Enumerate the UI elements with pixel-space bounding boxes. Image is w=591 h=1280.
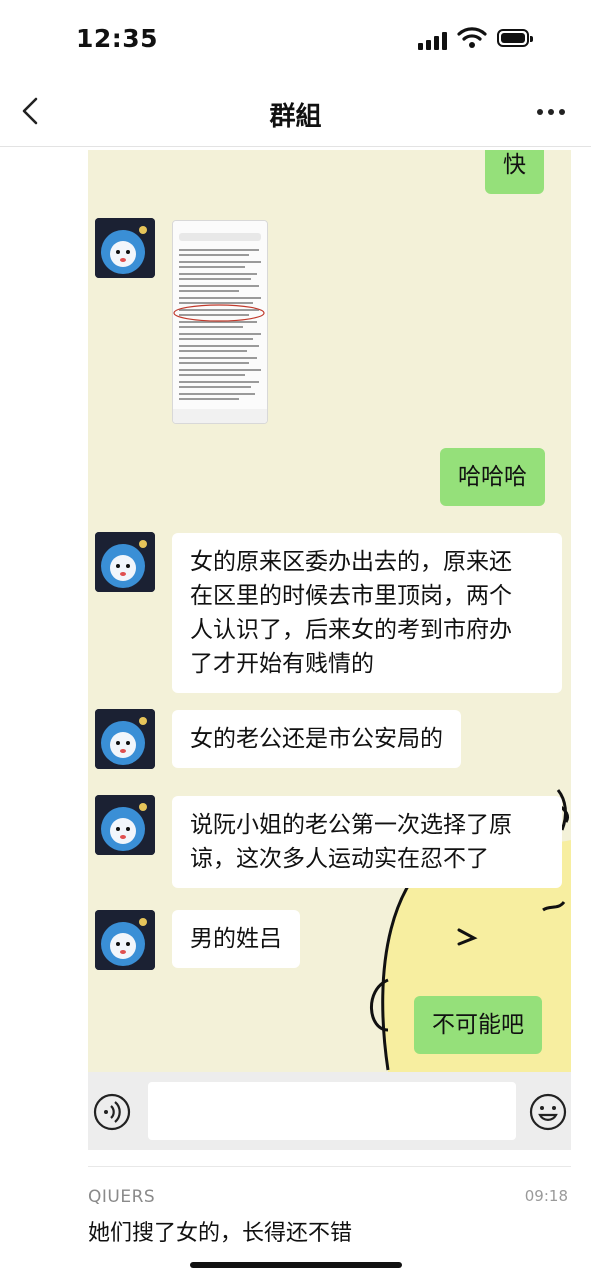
avatar[interactable] <box>95 709 155 769</box>
message-bubble-out[interactable]: 哈哈哈 <box>440 448 545 506</box>
home-indicator <box>190 1262 402 1268</box>
avatar[interactable] <box>95 910 155 970</box>
avatar-icon <box>95 218 155 278</box>
signal-icon <box>418 32 452 50</box>
nav-bar: 群組 <box>0 80 591 147</box>
avatar-icon <box>95 795 155 855</box>
chat-screenshot: 快 哈哈哈 女的原来区委办出去的，原来还 在区里的时候去市里顶岗，两个 人认识了… <box>88 150 571 1150</box>
status-time: 12:35 <box>76 24 159 53</box>
message-input[interactable] <box>148 1082 516 1140</box>
message-line: 说阮小姐的老公第一次选择了原 <box>190 812 512 838</box>
message-bubble-out[interactable]: 快 <box>485 150 544 194</box>
wifi-icon <box>457 27 487 48</box>
battery-icon <box>497 29 533 47</box>
message-bubble-in[interactable]: 女的老公还是市公安局的 <box>172 710 461 768</box>
message-bubble-in[interactable]: 说阮小姐的老公第一次选择了原 谅，这次多人运动实在忍不了 <box>172 796 562 888</box>
avatar-icon <box>95 910 155 970</box>
ellipsis-icon[interactable] <box>534 102 568 122</box>
emoji-icon[interactable] <box>528 1092 568 1132</box>
comment-text: 她们搜了女的，长得还不错 <box>88 1221 353 1246</box>
message-bubble-in[interactable]: 女的原来区委办出去的，原来还 在区里的时候去市里顶岗，两个 人认识了，后来女的考… <box>172 533 562 693</box>
message-line: 在区里的时候去市里顶岗，两个 <box>190 583 512 609</box>
message-bubble-in[interactable]: 男的姓吕 <box>172 910 300 968</box>
avatar[interactable] <box>95 218 155 278</box>
avatar-icon <box>95 709 155 769</box>
chat-input-bar <box>88 1072 571 1150</box>
message-line: 谅，这次多人运动实在忍不了 <box>190 846 489 872</box>
comment-timestamp: 09:18 <box>524 1187 568 1205</box>
message-line: 人认识了，后来女的考到市府办 <box>190 617 512 643</box>
comment: QIUERS 09:18 她们搜了女的，长得还不错 <box>88 1166 571 1246</box>
screenshot-thumbnail <box>173 221 267 423</box>
avatar[interactable] <box>95 532 155 592</box>
avatar[interactable] <box>95 795 155 855</box>
page-title: 群組 <box>269 102 322 132</box>
image-message[interactable] <box>172 220 268 424</box>
message-bubble-out[interactable]: 不可能吧 <box>414 996 542 1054</box>
voice-icon[interactable] <box>92 1092 132 1132</box>
status-bar: 12:35 <box>0 0 591 80</box>
comment-username[interactable]: QIUERS <box>88 1187 155 1207</box>
avatar-icon <box>95 532 155 592</box>
message-line: 了才开始有贱情的 <box>190 651 374 677</box>
message-line: 女的原来区委办出去的，原来还 <box>190 549 512 575</box>
